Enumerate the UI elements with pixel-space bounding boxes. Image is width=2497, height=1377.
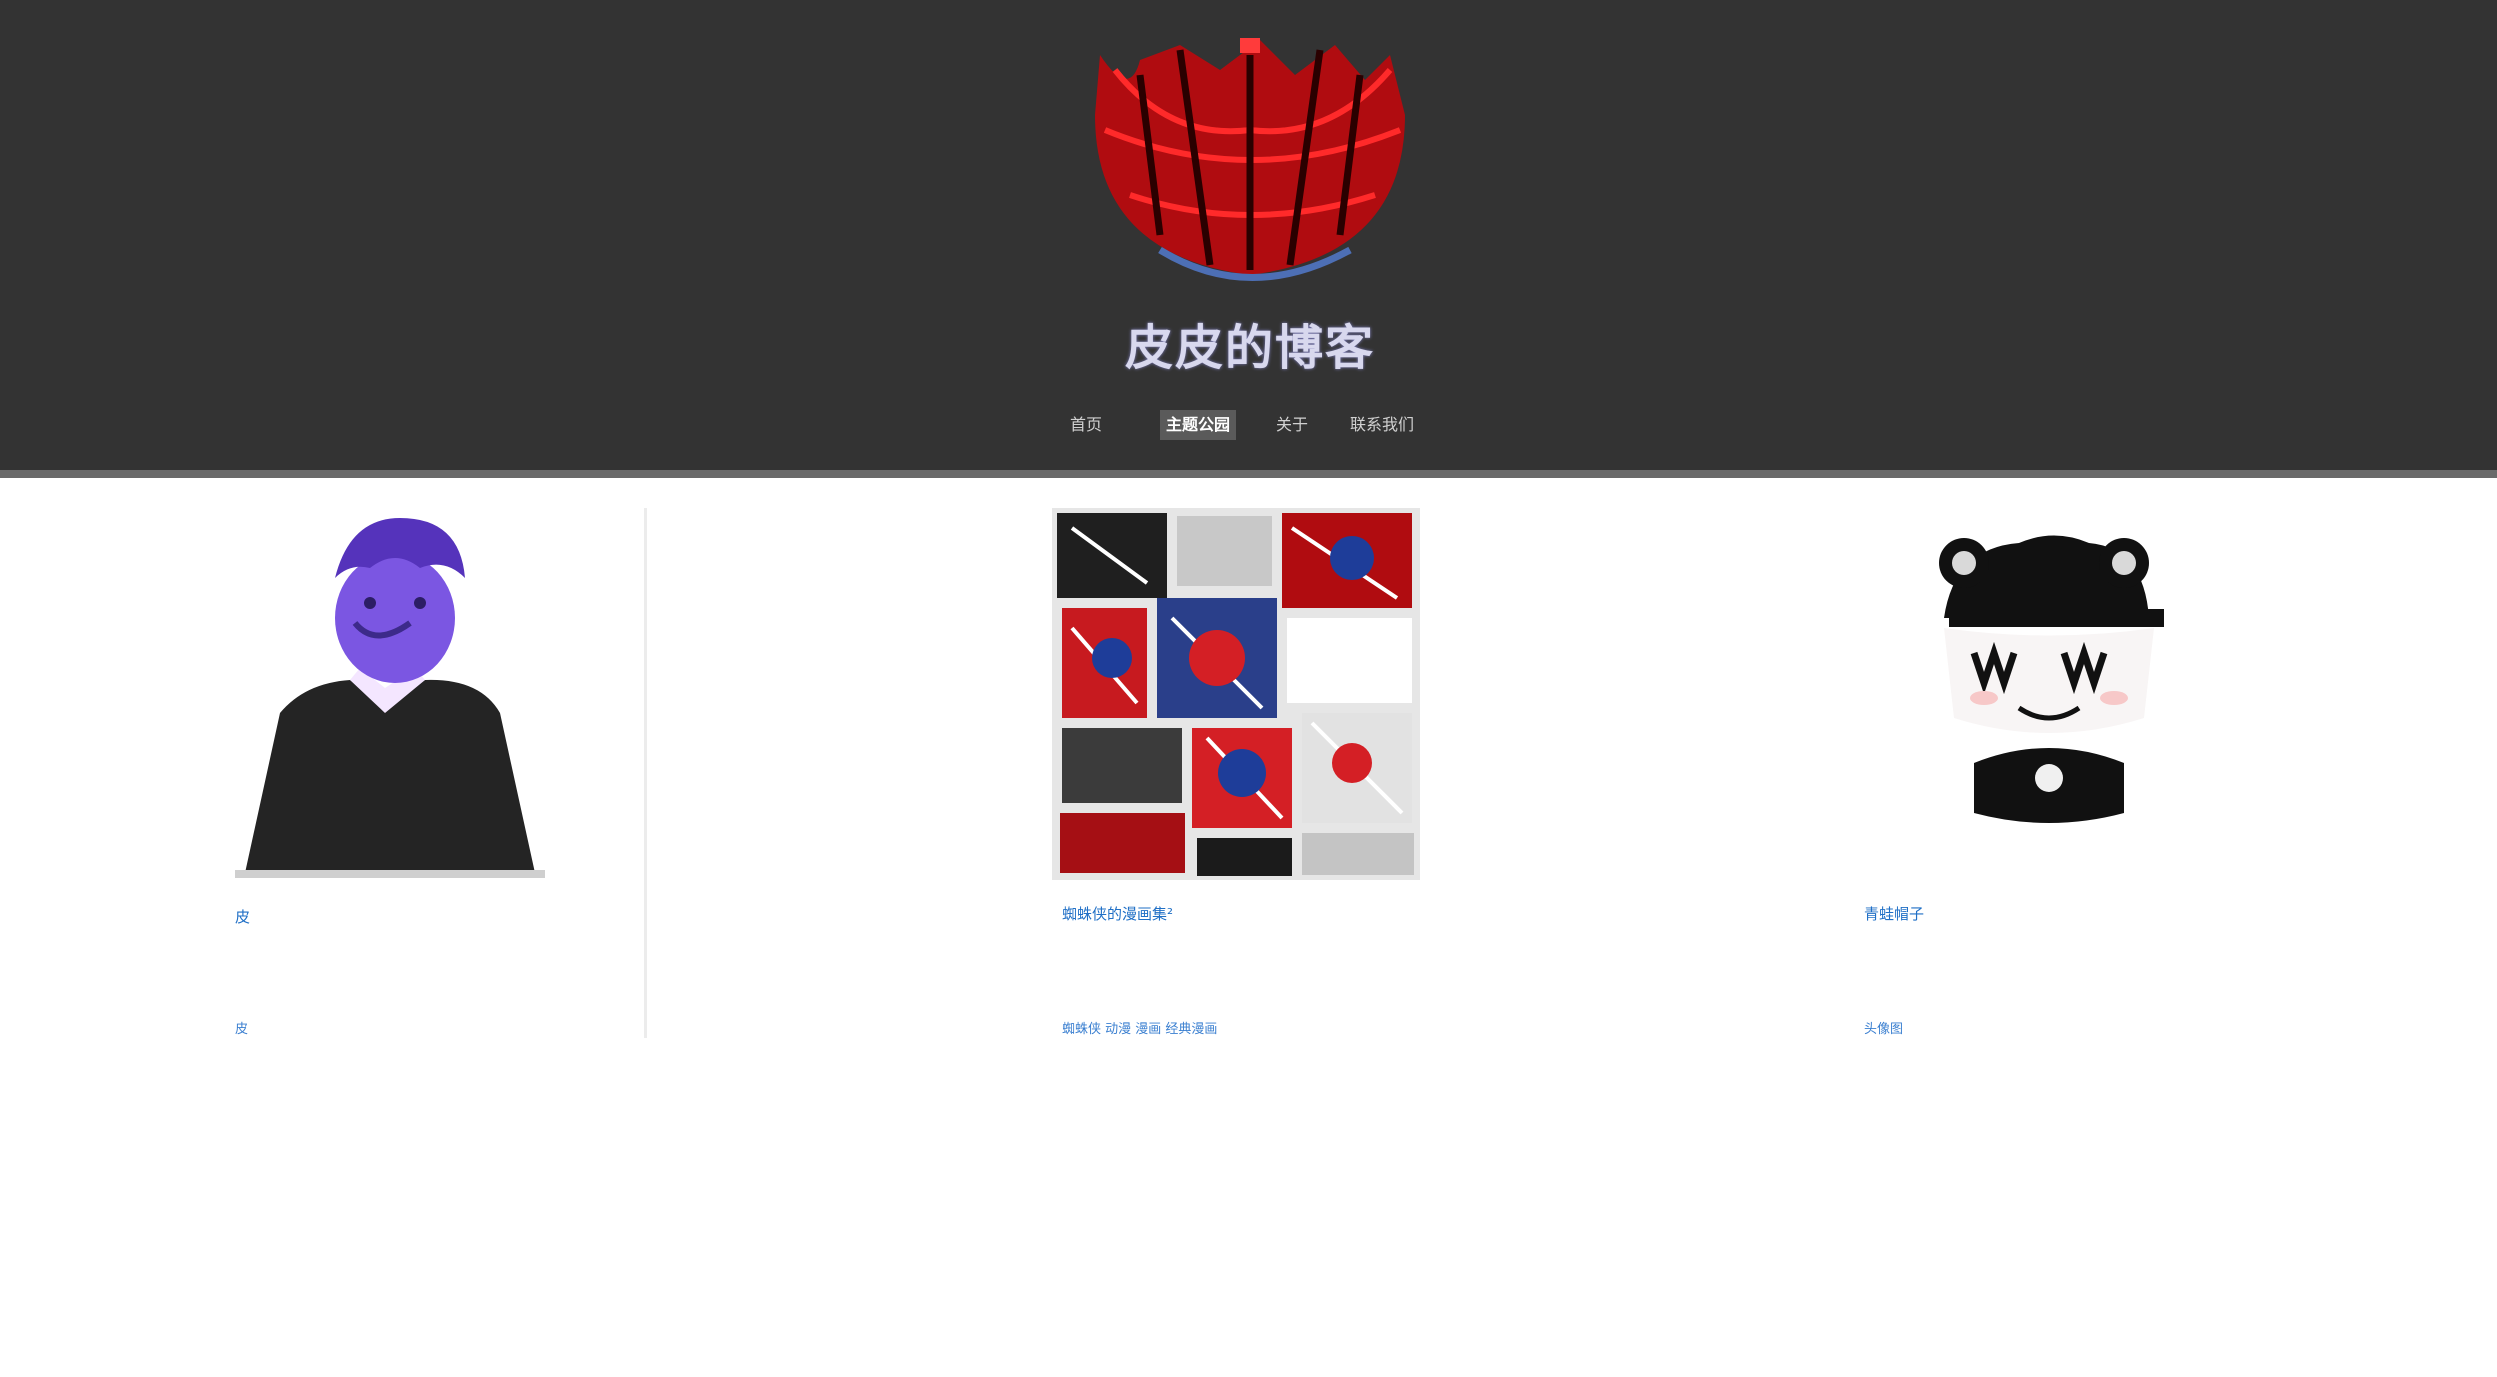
site-title[interactable]: 皮皮的博客 [1100,318,1400,378]
nav-item-home[interactable]: 首页 [1070,410,1102,440]
nav-item-contact[interactable]: 联系我们 [1350,410,1414,440]
spiderman-comic-collage-image[interactable] [1052,508,1420,880]
post-card[interactable]: 青蛙帽子 头像图 [1864,508,2204,1038]
site-header: 皮皮的博客 首页 主题公园 关于 联系我们 [0,0,2497,470]
card-meta: 蜘蛛侠 动漫 漫画 经典漫画 [1062,1022,1218,1037]
card-title-link[interactable]: 皮 [235,906,250,927]
main-nav: 首页 主题公园 关于 联系我们 [1060,410,1440,440]
card-meta: 头像图 [1864,1022,1904,1037]
post-card[interactable]: 皮 皮 [235,508,605,1038]
post-card[interactable]: 蜘蛛侠的漫画集² 蜘蛛侠 动漫 漫画 经典漫画 [1052,508,1472,1038]
frog-hat-avatar-image[interactable] [1924,508,2184,838]
nav-item-themes[interactable]: 主题公园 [1160,410,1237,440]
person-avatar-image[interactable] [235,508,605,878]
card-meta: 皮 [235,1022,249,1037]
column-divider [644,508,647,1038]
card-title-link[interactable]: 青蛙帽子 [1864,903,1924,924]
card-title-link[interactable]: 蜘蛛侠的漫画集² [1062,903,1173,924]
nav-item-about[interactable]: 关于 [1276,410,1308,440]
spider-logo-icon[interactable] [1060,20,1440,305]
header-divider [0,470,2497,478]
